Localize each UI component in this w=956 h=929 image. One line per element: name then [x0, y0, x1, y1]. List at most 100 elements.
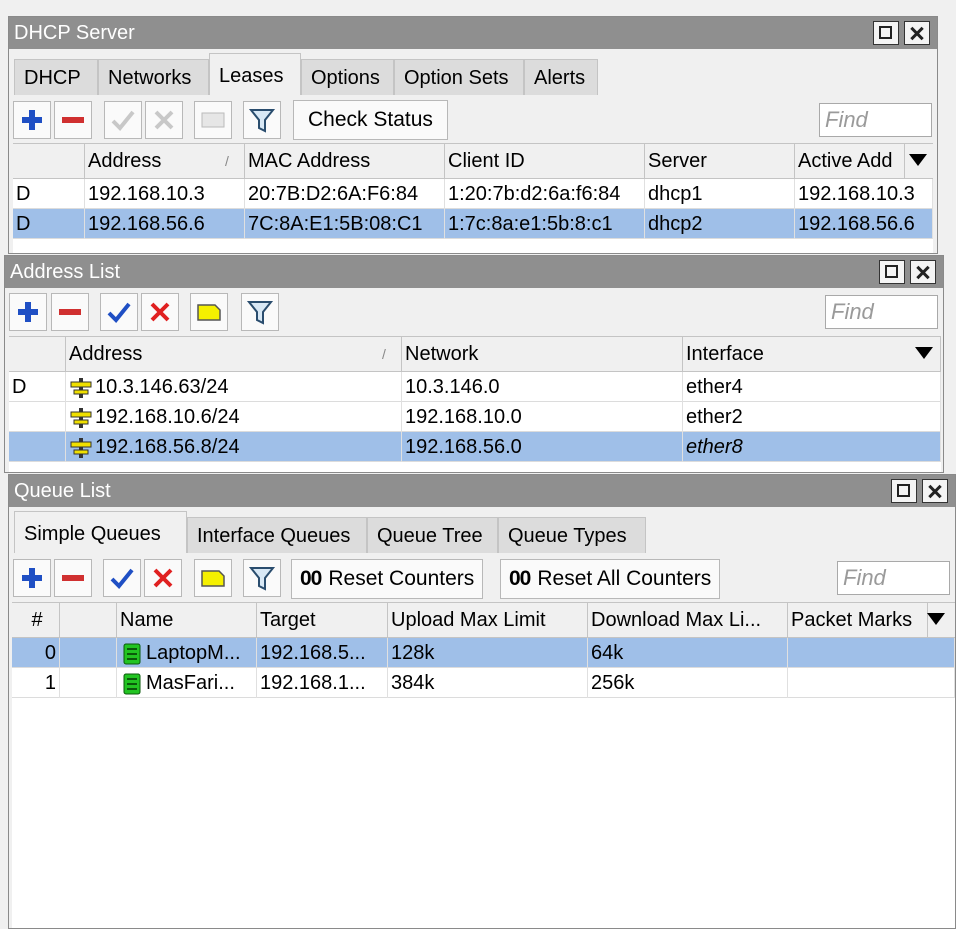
col-server[interactable]: Server: [645, 144, 795, 178]
disable-button[interactable]: [141, 293, 179, 331]
remove-icon: [62, 575, 84, 581]
table-row[interactable]: D 192.168.10.3 20:7B:D2:6A:F6:84 1:20:7b…: [13, 179, 933, 209]
remove-button[interactable]: [54, 559, 92, 597]
col-name[interactable]: Name: [117, 603, 257, 637]
ip-address-icon: [70, 407, 92, 428]
disable-button[interactable]: [145, 101, 183, 139]
add-button[interactable]: [9, 293, 47, 331]
enable-button[interactable]: [100, 293, 138, 331]
cell-name: MasFari...: [117, 668, 257, 698]
queue-icon: [123, 643, 141, 665]
tab-alerts[interactable]: Alerts: [524, 59, 598, 95]
maximize-icon[interactable]: [873, 21, 899, 45]
col-network[interactable]: Network: [402, 337, 683, 371]
tab-networks[interactable]: Networks: [98, 59, 209, 95]
col-active-address[interactable]: Active Add: [795, 144, 905, 178]
col-mac-address[interactable]: MAC Address: [245, 144, 445, 178]
cell-mac: 20:7B:D2:6A:F6:84: [245, 179, 445, 209]
table-row[interactable]: D 192.168.56.6 7C:8A:E1:5B:08:C1 1:7c:8a…: [13, 209, 933, 239]
dhcp-find-input[interactable]: Find: [819, 103, 932, 137]
close-icon[interactable]: [910, 260, 936, 284]
address-table: Address / Network Interface D 10.3.146.63…: [9, 336, 941, 472]
enable-button[interactable]: [103, 559, 141, 597]
comment-button[interactable]: [190, 293, 228, 331]
col-flag[interactable]: [9, 337, 66, 371]
col-address[interactable]: Address /: [66, 337, 402, 371]
table-row[interactable]: 192.168.56.8/24 192.168.56.0 ether8: [9, 432, 941, 462]
col-download-max-limit[interactable]: Download Max Li...: [588, 603, 788, 637]
table-row[interactable]: 1 MasFari... 192.168.1... 384k 256k: [12, 668, 955, 698]
queue-icon: [123, 673, 141, 695]
cell-flags: [60, 668, 117, 698]
col-client-id[interactable]: Client ID: [445, 144, 645, 178]
enable-icon: [110, 568, 134, 589]
disable-button[interactable]: [144, 559, 182, 597]
table-header: Address / Network Interface: [9, 337, 941, 372]
reset-counters-button[interactable]: 00 Reset Counters: [291, 559, 484, 599]
address-list-find-input[interactable]: Find: [825, 295, 938, 329]
col-interface[interactable]: Interface: [683, 337, 941, 371]
cell-flag: D: [13, 179, 85, 209]
tab-queue-types[interactable]: Queue Types: [498, 517, 646, 553]
tab-interface-queues[interactable]: Interface Queues: [187, 517, 367, 553]
dhcp-window-title: DHCP Server: [14, 22, 135, 44]
cell-client-id: 1:20:7b:d2:6a:f6:84: [445, 179, 645, 209]
ip-address-icon: [70, 377, 92, 398]
tab-leases[interactable]: Leases: [209, 53, 301, 95]
tab-options[interactable]: Options: [301, 59, 394, 95]
queue-find-input[interactable]: Find: [837, 561, 950, 595]
reset-all-counters-icon: 00: [509, 567, 531, 590]
check-status-button[interactable]: Check Status: [293, 100, 448, 140]
tab-simple-queues[interactable]: Simple Queues: [14, 511, 187, 553]
cell-download: 64k: [588, 638, 788, 668]
filter-button[interactable]: [243, 101, 281, 139]
close-icon[interactable]: [904, 21, 930, 45]
comment-button[interactable]: [194, 559, 232, 597]
column-dropdown-icon[interactable]: [927, 613, 945, 625]
remove-button[interactable]: [54, 101, 92, 139]
col-flag[interactable]: [13, 144, 85, 178]
cell-number: 1: [12, 668, 60, 698]
maximize-icon[interactable]: [891, 479, 917, 503]
disable-icon: [150, 302, 170, 322]
enable-button[interactable]: [104, 101, 142, 139]
address-value: 192.168.10.6/24: [95, 406, 240, 428]
tab-queue-tree[interactable]: Queue Tree: [367, 517, 498, 553]
queue-list-window: Queue List Simple Queues Interface Queue…: [8, 474, 956, 929]
add-icon: [18, 302, 38, 322]
comment-icon: [197, 304, 221, 321]
remove-icon: [62, 117, 84, 123]
tab-option-sets[interactable]: Option Sets: [394, 59, 524, 95]
add-button[interactable]: [13, 101, 51, 139]
address-list-title-bar[interactable]: Address List: [5, 256, 943, 288]
col-flags[interactable]: [60, 603, 117, 637]
col-number[interactable]: #: [12, 603, 60, 637]
column-dropdown-icon[interactable]: [915, 347, 933, 359]
table-row[interactable]: 0 LaptopM... 192.168.5... 128k 64k: [12, 638, 955, 668]
column-dropdown-icon[interactable]: [909, 154, 927, 166]
filter-button[interactable]: [241, 293, 279, 331]
address-list-window-title: Address List: [10, 261, 121, 283]
col-target[interactable]: Target: [257, 603, 388, 637]
ip-address-icon: [70, 437, 92, 458]
col-address[interactable]: Address /: [85, 144, 245, 178]
cell-interface: ether8: [683, 432, 941, 462]
col-upload-max-limit[interactable]: Upload Max Limit: [388, 603, 588, 637]
cell-mac: 7C:8A:E1:5B:08:C1: [245, 209, 445, 239]
tab-dhcp[interactable]: DHCP: [14, 59, 98, 95]
comment-button[interactable]: [194, 101, 232, 139]
filter-button[interactable]: [243, 559, 281, 597]
cell-server: dhcp2: [645, 209, 795, 239]
cell-interface: ether2: [683, 402, 941, 432]
table-row[interactable]: 192.168.10.6/24 192.168.10.0 ether2: [9, 402, 941, 432]
table-row[interactable]: D 10.3.146.63/24 10.3.146.0 ether4: [9, 372, 941, 402]
reset-all-counters-button[interactable]: 00 Reset All Counters: [500, 559, 721, 599]
queue-list-title-bar[interactable]: Queue List: [9, 475, 955, 507]
add-button[interactable]: [13, 559, 51, 597]
maximize-icon[interactable]: [879, 260, 905, 284]
close-icon[interactable]: [922, 479, 948, 503]
cell-flag: D: [13, 209, 85, 239]
col-packet-marks[interactable]: Packet Marks: [788, 603, 928, 637]
dhcp-title-bar[interactable]: DHCP Server: [9, 17, 937, 49]
remove-button[interactable]: [51, 293, 89, 331]
